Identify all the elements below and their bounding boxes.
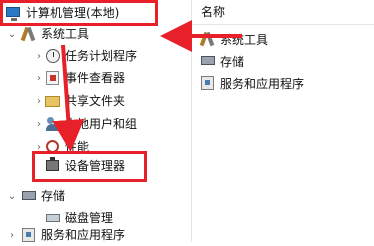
list-item[interactable]: 系统工具 [199, 29, 269, 49]
tree-item-task-scheduler[interactable]: 任务计划程序 [45, 45, 137, 67]
list-item[interactable]: 存储 [200, 51, 244, 71]
storage-icon [200, 53, 216, 69]
highlight-box-device-manager [32, 151, 147, 182]
storage-icon [21, 188, 37, 204]
tree-item-services[interactable]: 服务和应用程序 [21, 224, 125, 246]
tree-item-label: 系统工具 [41, 27, 90, 41]
tree-item-label: 任务计划程序 [65, 49, 138, 63]
chevron-down-icon[interactable]: ⌄ [6, 28, 18, 40]
tree-item-event-viewer[interactable]: 事件查看器 [45, 67, 125, 89]
clock-icon [45, 48, 61, 64]
details-pane: 名称 系统工具 存储 服务和应用程序 [192, 0, 374, 242]
tree-item-shared-folders[interactable]: 共享文件夹 [45, 90, 125, 112]
column-header-name[interactable]: 名称 [192, 0, 374, 25]
services-icon [200, 75, 216, 91]
tree-item-system-tools[interactable]: 系统工具 [20, 23, 90, 45]
chevron-right-icon[interactable]: › [33, 95, 45, 107]
tree-item-label: 存储 [41, 189, 66, 203]
tree-item-label: 事件查看器 [65, 71, 126, 85]
tools-icon [199, 31, 216, 47]
tree-item-local-users[interactable]: 本地用户和组 [45, 113, 137, 135]
chevron-right-icon[interactable]: › [33, 118, 45, 130]
users-icon [45, 116, 61, 132]
list-item-label: 存储 [220, 54, 245, 69]
shared-folder-icon [45, 93, 61, 109]
tools-icon [20, 26, 37, 42]
services-icon [21, 227, 37, 243]
tree-item-storage[interactable]: 存储 [21, 185, 65, 207]
tree-item-label: 共享文件夹 [65, 94, 126, 108]
list-item-label: 系统工具 [220, 32, 269, 47]
list-item-label: 服务和应用程序 [220, 76, 305, 91]
highlight-box-root [0, 0, 158, 26]
chevron-right-icon[interactable]: › [6, 229, 18, 241]
tree-item-label: 本地用户和组 [65, 117, 138, 131]
chevron-right-icon[interactable]: › [33, 50, 45, 62]
event-viewer-icon [45, 70, 61, 86]
column-header-label: 名称 [201, 5, 226, 19]
chevron-right-icon[interactable]: › [33, 72, 45, 84]
navigation-tree: 计算机管理(本地) ⌄ 系统工具 › 任务计划程序 › 事件查看器 › 共享文件… [0, 0, 191, 242]
chevron-down-icon[interactable]: ⌄ [6, 190, 18, 202]
tree-item-label: 服务和应用程序 [41, 228, 126, 242]
list-item[interactable]: 服务和应用程序 [200, 73, 304, 93]
